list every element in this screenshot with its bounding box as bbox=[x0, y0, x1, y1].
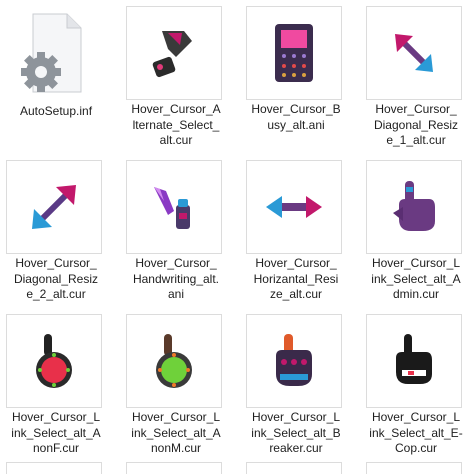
link-select-admin-cursor-icon bbox=[366, 160, 462, 254]
diagonal-resize-2-cursor-icon bbox=[6, 160, 102, 254]
link-select-ecop-cursor-icon bbox=[366, 314, 462, 408]
file-item[interactable]: Hover_Cursor_A lternate_Select_ alt.cur bbox=[122, 2, 230, 152]
file-name: Hover_Cursor_ Diagonal_Resiz e_1_alt.cur bbox=[373, 102, 459, 147]
file-item[interactable]: Hover_Cursor_ Diagonal_Resiz e_2_alt.cur bbox=[2, 156, 110, 306]
file-item[interactable]: AutoSetup.inf bbox=[2, 2, 110, 152]
file-name: Hover_Cursor_ Diagonal_Resiz e_2_alt.cur bbox=[13, 256, 99, 301]
file-name: AutoSetup.inf bbox=[19, 104, 93, 118]
file-item[interactable]: Hover_Cursor_L ink_Select_alt_A dmin.cur bbox=[362, 156, 470, 306]
settings-file-icon bbox=[6, 6, 102, 100]
handwriting-cursor-icon bbox=[126, 160, 222, 254]
file-item[interactable]: Hover_Cursor_ Diagonal_Resiz e_1_alt.cur bbox=[362, 2, 470, 152]
file-item[interactable]: Hover_Cursor_L ink_Select_alt_E- Cop.cur bbox=[362, 310, 470, 460]
file-name: Hover_Cursor_B usy_alt.ani bbox=[251, 102, 341, 132]
file-name: Hover_Cursor_A lternate_Select_ alt.cur bbox=[131, 102, 221, 147]
file-thumbnail-partial[interactable] bbox=[6, 462, 102, 474]
file-thumbnail-partial[interactable] bbox=[366, 462, 462, 474]
file-thumbnail-partial[interactable] bbox=[246, 462, 342, 474]
file-name: Hover_Cursor_L ink_Select_alt_A dmin.cur bbox=[371, 256, 461, 301]
alternate-select-cursor-icon bbox=[126, 6, 222, 100]
diagonal-resize-1-cursor-icon bbox=[366, 6, 462, 100]
file-item[interactable]: Hover_Cursor_ Horizantal_Resi ze_alt.cur bbox=[242, 156, 350, 306]
link-select-breaker-cursor-icon bbox=[246, 314, 342, 408]
file-item[interactable]: Hover_Cursor_L ink_Select_alt_A nonM.cur bbox=[122, 310, 230, 460]
file-name: Hover_Cursor_L ink_Select_alt_A nonF.cur bbox=[11, 410, 101, 455]
file-name: Hover_Cursor_L ink_Select_alt_E- Cop.cur bbox=[369, 410, 463, 455]
file-item[interactable]: Hover_Cursor_ Handwriting_alt. ani bbox=[122, 156, 230, 306]
file-name: Hover_Cursor_ Horizantal_Resi ze_alt.cur bbox=[253, 256, 339, 301]
file-name: Hover_Cursor_L ink_Select_alt_A nonM.cur bbox=[131, 410, 221, 455]
file-item[interactable]: Hover_Cursor_L ink_Select_alt_B reaker.c… bbox=[242, 310, 350, 460]
file-item[interactable]: Hover_Cursor_B usy_alt.ani bbox=[242, 2, 350, 152]
file-name: Hover_Cursor_ Handwriting_alt. ani bbox=[132, 256, 220, 301]
busy-cursor-icon bbox=[246, 6, 342, 100]
link-select-anonm-cursor-icon bbox=[126, 314, 222, 408]
file-thumbnail-partial[interactable] bbox=[126, 462, 222, 474]
link-select-anonf-cursor-icon bbox=[6, 314, 102, 408]
file-item[interactable]: Hover_Cursor_L ink_Select_alt_A nonF.cur bbox=[2, 310, 110, 460]
horizontal-resize-cursor-icon bbox=[246, 160, 342, 254]
file-name: Hover_Cursor_L ink_Select_alt_B reaker.c… bbox=[251, 410, 341, 455]
